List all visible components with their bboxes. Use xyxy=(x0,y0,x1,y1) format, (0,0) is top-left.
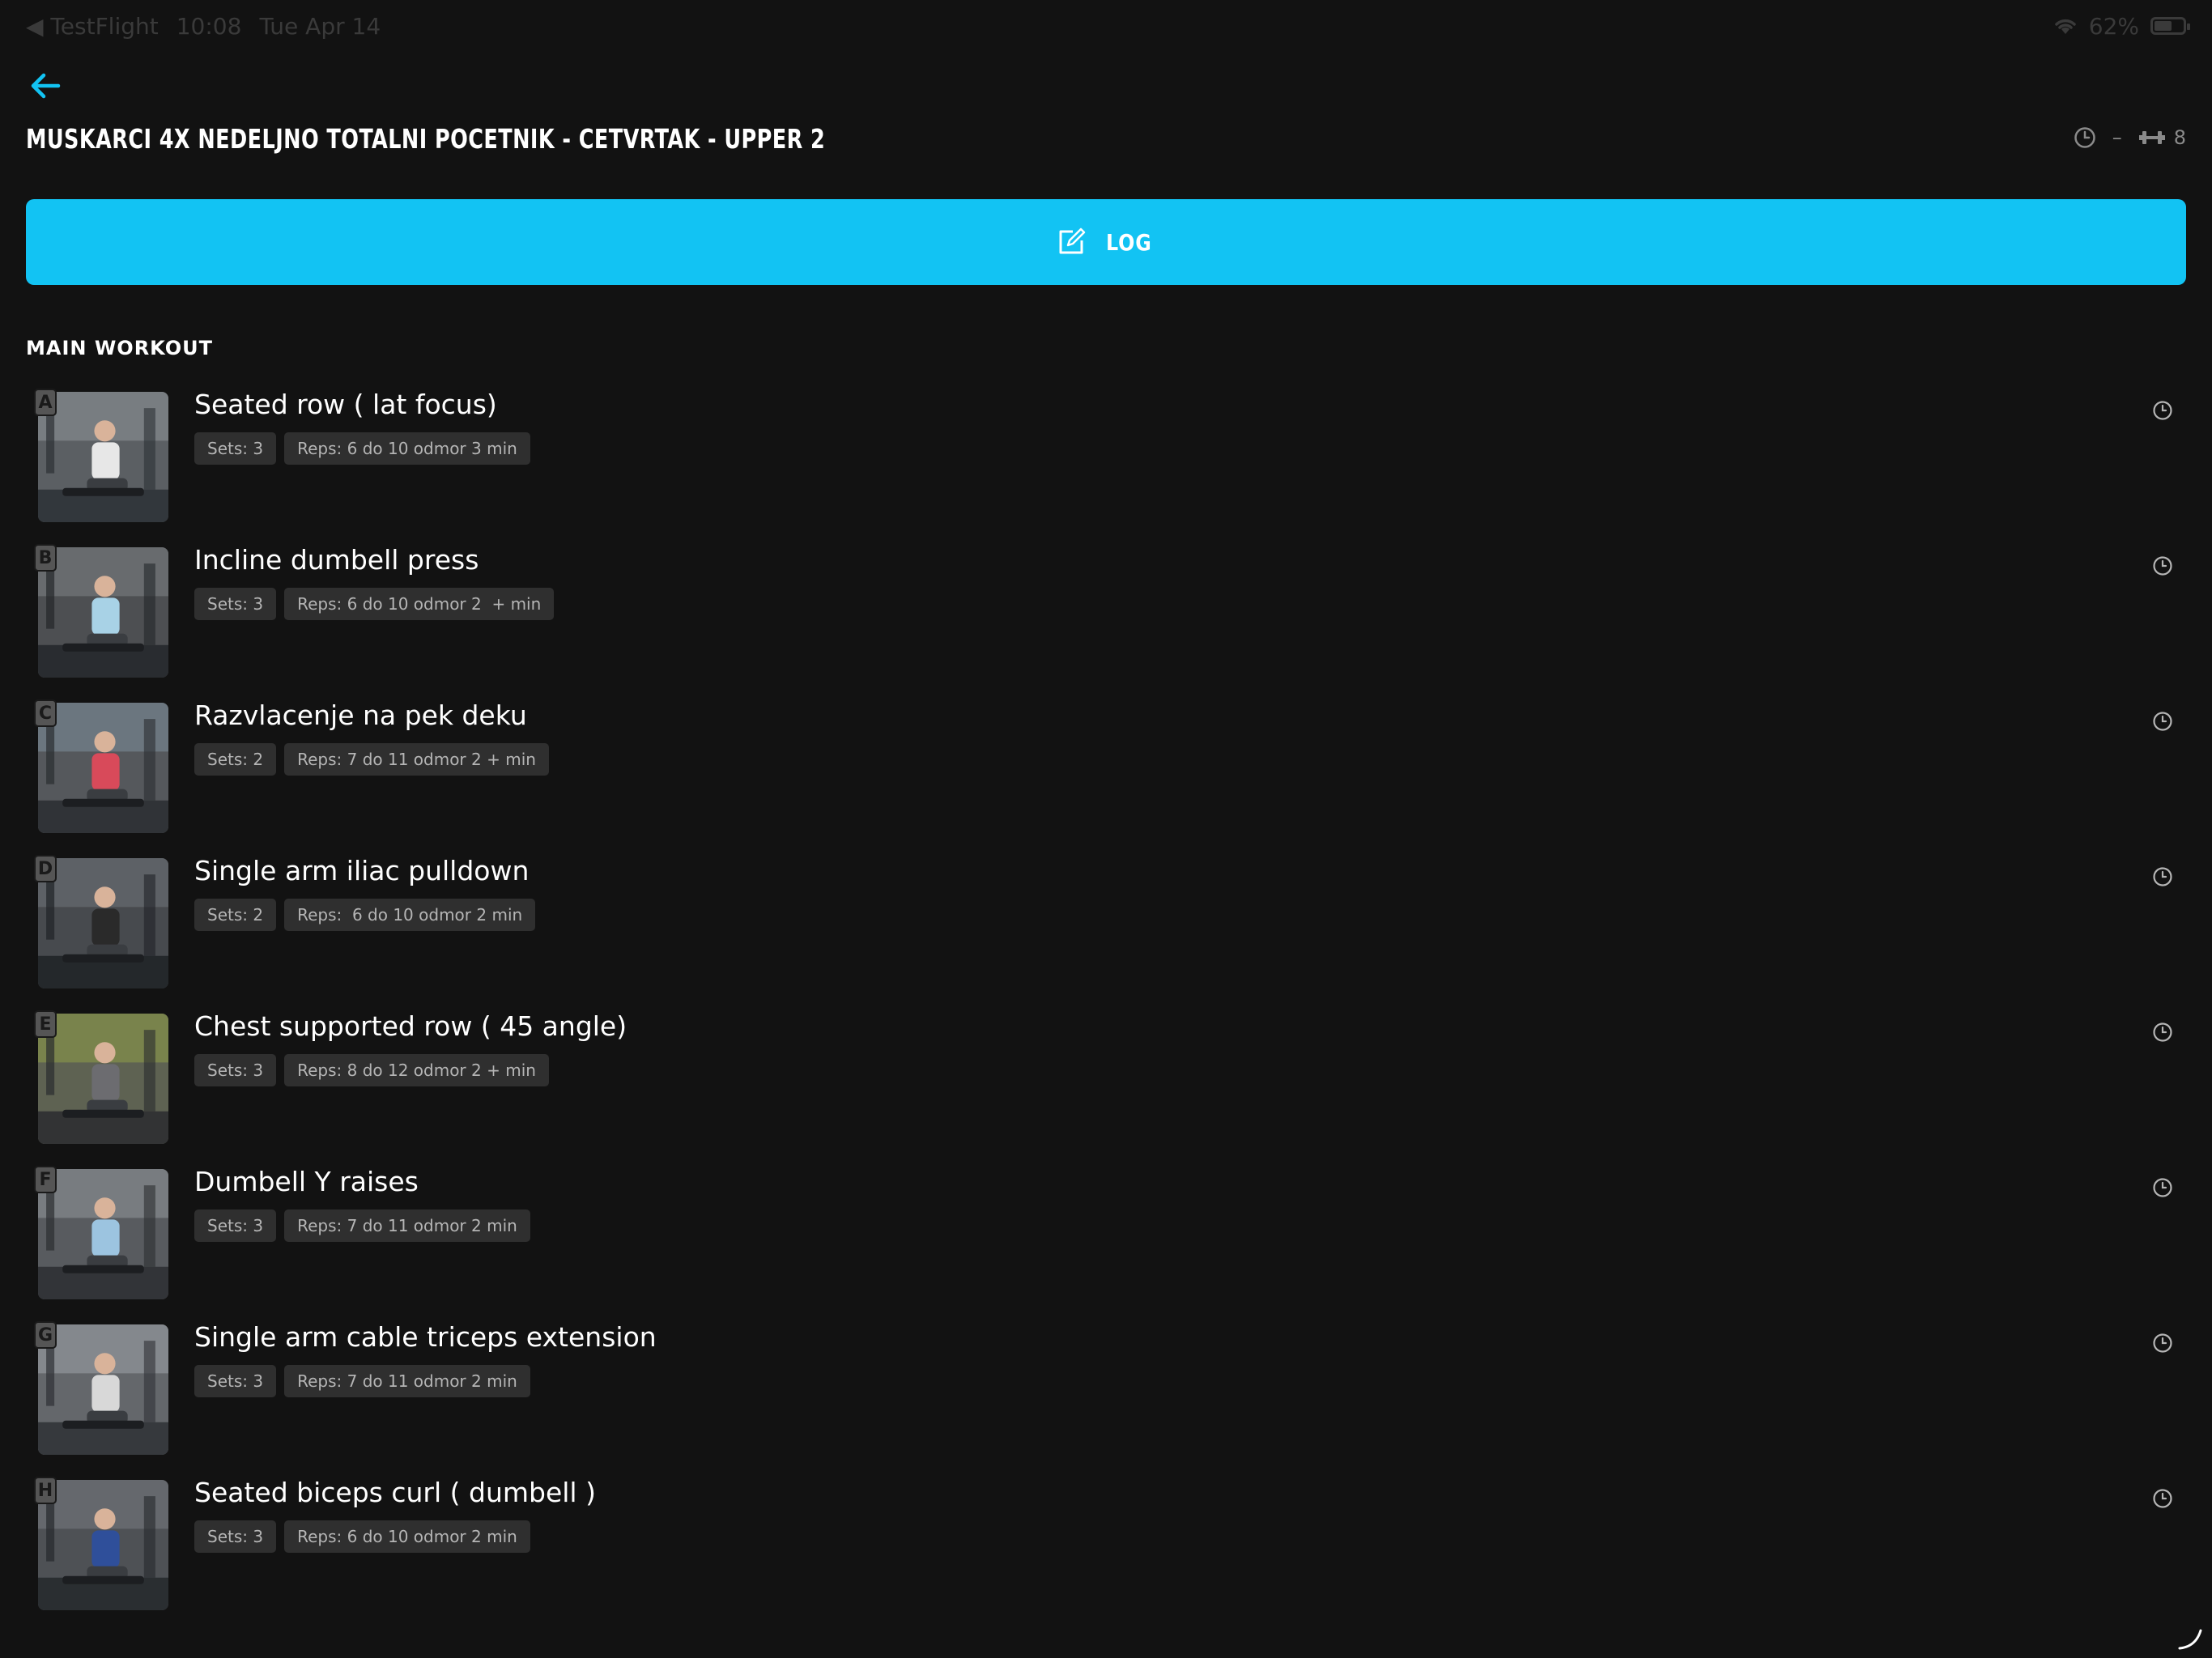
exercise-tags: Sets: 3 Reps: 7 do 11 odmor 2 min xyxy=(194,1365,530,1397)
log-button-label: LOG xyxy=(1105,228,1152,256)
exercise-photo-image xyxy=(38,703,168,833)
exercise-tags: Sets: 3 Reps: 6 do 10 odmor 3 min xyxy=(194,432,530,465)
page-title: MUSKARCI 4X NEDELJNO TOTALNI POCETNIK - … xyxy=(26,123,826,155)
log-button[interactable]: LOG xyxy=(26,199,2186,285)
exercise-row[interactable]: C Razvlacenje na pek deku Sets: 2 Reps: xyxy=(0,699,2212,855)
clock-icon xyxy=(2074,127,2095,148)
exercise-letter-badge: G xyxy=(34,1321,57,1349)
reps-tag: Reps: 6 do 10 odmor 2 + min xyxy=(284,588,555,620)
exercise-name[interactable]: Incline dumbell press xyxy=(194,544,479,576)
exercise-row[interactable]: E Chest supported row ( 45 angle) Sets: … xyxy=(0,1010,2212,1166)
exercise-photo-image xyxy=(38,1169,168,1299)
rest-timer-icon[interactable] xyxy=(2152,1488,2173,1509)
exercise-thumbnail[interactable] xyxy=(38,1169,168,1299)
exercise-thumbnail[interactable] xyxy=(38,1324,168,1455)
exercise-letter-badge: F xyxy=(34,1166,57,1193)
exercise-name[interactable]: Dumbell Y raises xyxy=(194,1166,419,1197)
rest-timer-icon[interactable] xyxy=(2152,400,2173,421)
exercise-name[interactable]: Single arm iliac pulldown xyxy=(194,855,529,886)
exercise-letter-badge: A xyxy=(34,389,57,416)
exercise-photo-image xyxy=(38,1324,168,1455)
battery-fill xyxy=(2155,21,2172,31)
edit-icon xyxy=(1059,227,1085,254)
exercise-thumbnail[interactable] xyxy=(38,858,168,988)
exercise-letter-badge: E xyxy=(34,1010,57,1038)
rest-timer-icon[interactable] xyxy=(2152,555,2173,576)
exercise-tags: Sets: 3 Reps: 6 do 10 odmor 2 + min xyxy=(194,588,555,620)
rest-timer-icon[interactable] xyxy=(2152,1333,2173,1354)
reps-tag: Reps: 7 do 11 odmor 2 min xyxy=(284,1209,530,1242)
battery-percent: 62% xyxy=(2088,12,2139,40)
rest-timer-icon[interactable] xyxy=(2152,866,2173,887)
exercise-thumbnail[interactable] xyxy=(38,547,168,678)
exercise-name[interactable]: Razvlacenje na pek deku xyxy=(194,699,527,731)
exercise-letter-badge: B xyxy=(34,544,57,572)
status-right: 62% xyxy=(2053,12,2190,40)
exercise-row[interactable]: G Single arm cable triceps extension Set… xyxy=(0,1321,2212,1477)
workout-meta: – 8 xyxy=(2074,126,2186,149)
exercise-name[interactable]: Chest supported row ( 45 angle) xyxy=(194,1010,627,1042)
rest-timer-icon[interactable] xyxy=(2152,1022,2173,1043)
exercise-tags: Sets: 3 Reps: 8 do 12 odmor 2 + min xyxy=(194,1054,549,1086)
sets-tag: Sets: 3 xyxy=(194,1209,277,1242)
sets-tag: Sets: 3 xyxy=(194,1365,277,1397)
exercise-photo-image xyxy=(38,1480,168,1610)
sets-tag: Sets: 3 xyxy=(194,1054,277,1086)
exercise-name[interactable]: Seated row ( lat focus) xyxy=(194,389,497,420)
reps-tag: Reps: 7 do 11 odmor 2 + min xyxy=(284,743,549,776)
exercise-photo-image xyxy=(38,1014,168,1144)
exercise-list: A Seated row ( lat focus) Sets: 3 Reps: xyxy=(0,389,2212,1632)
exercise-row[interactable]: F Dumbell Y raises Sets: 3 Reps: 7 do 11 xyxy=(0,1166,2212,1321)
sets-tag: Sets: 2 xyxy=(194,743,277,776)
rest-timer-icon[interactable] xyxy=(2152,711,2173,732)
exercise-thumbnail[interactable] xyxy=(38,703,168,833)
status-time: 10:08 xyxy=(176,12,242,40)
exercise-thumbnail[interactable] xyxy=(38,1480,168,1610)
section-title: MAIN WORKOUT xyxy=(26,337,213,359)
sets-tag: Sets: 3 xyxy=(194,1520,277,1553)
wifi-icon xyxy=(2055,19,2076,34)
status-date: Tue Apr 14 xyxy=(259,12,381,40)
back-button[interactable] xyxy=(23,63,68,108)
exercise-photo-image xyxy=(38,858,168,988)
exercise-photo-image xyxy=(38,547,168,678)
duration-value: – xyxy=(2112,126,2122,149)
reps-tag: Reps: 8 do 12 odmor 2 + min xyxy=(284,1054,549,1086)
battery-icon xyxy=(2150,17,2190,35)
dumbbell-icon xyxy=(2138,131,2165,144)
exercise-tags: Sets: 3 Reps: 6 do 10 odmor 2 min xyxy=(194,1520,530,1553)
exercise-thumbnail[interactable] xyxy=(38,1014,168,1144)
exercise-tags: Sets: 3 Reps: 7 do 11 odmor 2 min xyxy=(194,1209,530,1242)
exercise-letter-badge: C xyxy=(34,699,57,727)
sets-tag: Sets: 3 xyxy=(194,588,277,620)
resize-handle-icon xyxy=(2178,1629,2202,1650)
exercise-row[interactable]: D Single arm iliac pulldown Sets: 2 Reps xyxy=(0,855,2212,1010)
reps-tag: Reps: 6 do 10 odmor 2 min xyxy=(284,899,536,931)
reps-tag: Reps: 6 do 10 odmor 2 min xyxy=(284,1520,530,1553)
arrow-left-icon xyxy=(31,73,61,99)
exercise-tags: Sets: 2 Reps: 7 do 11 odmor 2 + min xyxy=(194,743,549,776)
exercise-tags: Sets: 2 Reps: 6 do 10 odmor 2 min xyxy=(194,899,536,931)
exercise-row[interactable]: H Seated biceps curl ( dumbell ) Sets: 3 xyxy=(0,1477,2212,1632)
exercise-count: 8 xyxy=(2173,126,2186,149)
exercise-letter-badge: D xyxy=(34,855,57,882)
exercise-name[interactable]: Single arm cable triceps extension xyxy=(194,1321,657,1353)
sets-tag: Sets: 2 xyxy=(194,899,277,931)
reps-tag: Reps: 6 do 10 odmor 3 min xyxy=(284,432,530,465)
status-left: ◀ TestFlight 10:08 Tue Apr 14 xyxy=(26,13,381,40)
sets-tag: Sets: 3 xyxy=(194,432,277,465)
rest-timer-icon[interactable] xyxy=(2152,1177,2173,1198)
exercise-name[interactable]: Seated biceps curl ( dumbell ) xyxy=(194,1477,596,1508)
exercise-thumbnail[interactable] xyxy=(38,392,168,522)
exercise-letter-badge: H xyxy=(34,1477,57,1504)
exercise-row[interactable]: A Seated row ( lat focus) Sets: 3 Reps: xyxy=(0,389,2212,544)
exercise-photo-image xyxy=(38,392,168,522)
back-to-app-link[interactable]: ◀ TestFlight xyxy=(26,13,159,40)
workout-screen: ◀ TestFlight 10:08 Tue Apr 14 62% MUSKAR… xyxy=(0,0,2212,1658)
exercise-row[interactable]: B Incline dumbell press Sets: 3 Reps: 6 xyxy=(0,544,2212,699)
reps-tag: Reps: 7 do 11 odmor 2 min xyxy=(284,1365,530,1397)
status-bar: ◀ TestFlight 10:08 Tue Apr 14 62% xyxy=(0,0,2212,52)
